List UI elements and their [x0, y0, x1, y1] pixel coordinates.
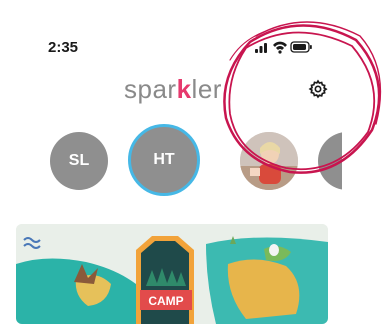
carousel-edge-mask [342, 120, 386, 200]
status-icons [255, 41, 312, 54]
profile-avatar-photo[interactable] [240, 132, 298, 190]
camp-banner[interactable]: CAMP [16, 224, 328, 324]
wifi-icon [273, 41, 287, 54]
profile-avatar-ht-selected[interactable]: HT [128, 124, 200, 196]
settings-gear-icon[interactable] [308, 79, 328, 99]
signal-icon [255, 43, 267, 53]
status-time: 2:35 [48, 39, 79, 56]
logo-text-suffix: ler [191, 74, 222, 104]
profile-initials: SL [68, 152, 90, 169]
camp-badge [136, 236, 194, 324]
sparkler-logo: sparkler [124, 74, 222, 105]
child-photo-image [240, 132, 298, 190]
profile-initials: HT [153, 151, 175, 168]
logo-text-prefix: spar [124, 74, 177, 104]
battery-icon [290, 41, 312, 53]
world-map-illustration: CAMP [16, 224, 328, 324]
logo-text-k: k [176, 74, 192, 104]
profile-avatar-sl[interactable]: SL [50, 132, 108, 190]
camp-badge-text: CAMP [148, 294, 183, 308]
